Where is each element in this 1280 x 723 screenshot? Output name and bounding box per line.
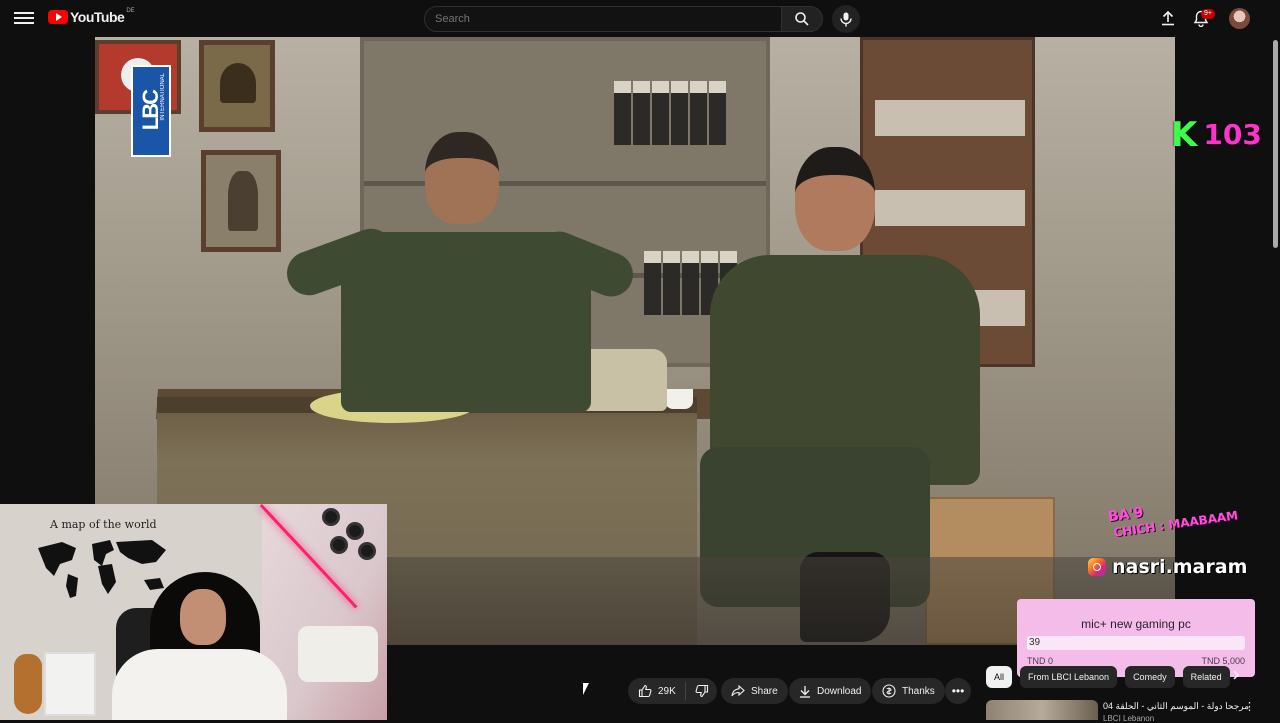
goal-title: mic+ new gaming pc (1081, 617, 1191, 631)
thumbs-up-icon (638, 684, 652, 698)
upload-icon (1162, 10, 1174, 26)
actor-left (280, 132, 640, 432)
filter-chip[interactable]: From LBCI Lebanon (1020, 666, 1118, 688)
youtube-play-icon (48, 10, 68, 24)
cube-shelf (44, 652, 96, 716)
coffee-cup (665, 389, 693, 409)
logo-text: YouTube (70, 9, 125, 25)
guitar-decor (14, 654, 42, 714)
watermark-text: LBC (138, 91, 163, 131)
goal-min-label: TND 0 (1027, 656, 1054, 666)
watermark-subtext: INTERNATIONAL (160, 73, 166, 121)
social-handle-overlay: nasri.maram (1088, 556, 1247, 578)
wall-poster-text: A map of the world (50, 518, 157, 531)
station-logo-number: 103 (1203, 118, 1262, 151)
streamer-body (112, 649, 287, 720)
streamer-face (180, 589, 226, 645)
menu-icon[interactable] (14, 9, 34, 27)
youtube-logo[interactable]: YouTube DE (48, 8, 135, 25)
vinyl-record-decor (358, 542, 376, 560)
plush-toys (298, 626, 378, 682)
station-logo-letter: K (1171, 115, 1198, 155)
thanks-icon (882, 684, 896, 698)
mouse-cursor-icon (583, 683, 589, 695)
more-actions-button[interactable]: ••• (945, 678, 971, 704)
like-button[interactable]: 29K (628, 682, 686, 700)
mic-icon (840, 12, 852, 26)
recommended-thumbnail[interactable] (986, 700, 1098, 720)
create-button[interactable] (1158, 8, 1178, 28)
filter-chip[interactable]: Comedy (1125, 666, 1175, 688)
share-label: Share (751, 685, 778, 697)
kebab-menu-icon[interactable]: ⋮ (1244, 700, 1255, 713)
goal-max-label: TND 5,000 (1201, 656, 1245, 666)
recommended-video[interactable]: 04 مرجحا دولة - الموسم الثاني - الحلقة L… (986, 700, 1266, 723)
filter-chip[interactable]: Related (1182, 666, 1230, 688)
vinyl-record-decor (330, 536, 348, 554)
download-label: Download (817, 685, 862, 697)
filter-chips: All From LBCI Lebanon Comedy Related (986, 666, 1230, 688)
webcam-overlay: A map of the world (0, 504, 387, 720)
filter-chip[interactable]: All (986, 666, 1013, 688)
vinyl-record-decor (322, 508, 340, 526)
download-button[interactable]: Download (789, 678, 872, 704)
channel-watermark: LBC INTERNATIONAL (131, 65, 171, 157)
chevron-right-icon[interactable] (1230, 669, 1246, 685)
search-input[interactable] (424, 6, 782, 32)
notification-badge: 9+ (1201, 9, 1215, 19)
scrollbar-thumb[interactable] (1273, 40, 1278, 248)
framed-portrait (201, 150, 281, 252)
search-icon (795, 12, 809, 26)
like-dislike-group: 29K (628, 678, 717, 704)
vinyl-record-decor (346, 522, 364, 540)
download-icon (800, 685, 810, 698)
search-button[interactable] (781, 6, 823, 32)
like-count: 29K (658, 685, 676, 697)
region-code: DE (126, 8, 135, 14)
share-button[interactable]: Share (721, 678, 788, 704)
thanks-label: Thanks (902, 685, 935, 697)
thumbs-down-icon (695, 684, 708, 698)
dislike-button[interactable] (686, 684, 717, 698)
share-icon (731, 685, 745, 697)
more-dots-icon: ••• (951, 684, 965, 698)
avatar[interactable] (1229, 8, 1250, 29)
voice-search-button[interactable] (832, 5, 860, 33)
framed-eagle-emblem (199, 40, 275, 132)
goal-current-value: 39 (1029, 637, 1041, 648)
paper-stack (875, 100, 1025, 136)
thanks-button[interactable]: Thanks (872, 678, 945, 704)
world-map-decal (38, 540, 166, 598)
goal-progress-bar (1027, 636, 1245, 650)
instagram-icon (1088, 558, 1106, 576)
recommended-title[interactable]: 04 مرجحا دولة - الموسم الثاني - الحلقة (1103, 701, 1249, 712)
station-logo: K 103 (1171, 118, 1262, 152)
top-bar: YouTube DE 9+ (0, 0, 1280, 37)
recommended-channel[interactable]: LBCI Lebanon (1103, 714, 1154, 723)
social-handle: nasri.maram (1112, 556, 1248, 578)
